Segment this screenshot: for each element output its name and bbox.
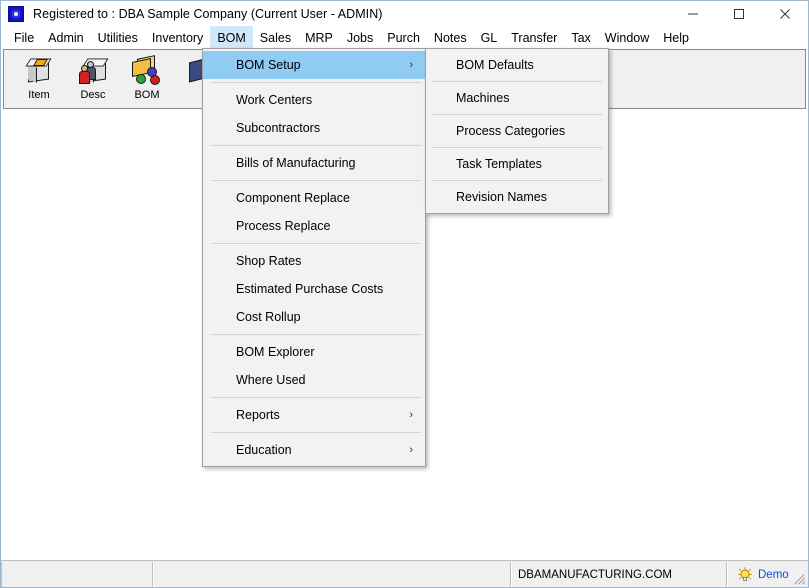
lightbulb-icon	[738, 567, 752, 582]
close-button[interactable]	[762, 1, 808, 26]
status-panel-left	[1, 562, 153, 587]
submenu-item-task-templates-label: Task Templates	[456, 157, 542, 171]
submenu-item-process-categories[interactable]: Process Categories	[426, 117, 608, 145]
menu-item-where-used-label: Where Used	[236, 373, 306, 387]
menu-item-work-centers-label: Work Centers	[236, 93, 313, 107]
menu-separator	[211, 397, 421, 398]
menu-separator	[211, 145, 421, 146]
menu-item-component-replace[interactable]: Component Replace	[203, 184, 425, 212]
window-title: Registered to : DBA Sample Company (Curr…	[33, 6, 383, 21]
minimize-icon	[688, 13, 698, 14]
submenu-item-bom-defaults-label: BOM Defaults	[456, 58, 534, 72]
menu-bar: File Admin Utilities Inventory BOM Sales…	[1, 26, 808, 49]
minimize-button[interactable]	[670, 1, 716, 26]
toolbar-button-bom[interactable]: BOM	[120, 54, 174, 106]
submenu-item-revision-names[interactable]: Revision Names	[426, 183, 608, 211]
close-icon	[780, 8, 790, 19]
menubar-item-inventory[interactable]: Inventory	[145, 26, 210, 49]
submenu-item-task-templates[interactable]: Task Templates	[426, 150, 608, 178]
menu-item-estimated-purchase-costs[interactable]: Estimated Purchase Costs	[203, 275, 425, 303]
menubar-item-bom[interactable]: BOM	[210, 26, 253, 49]
menu-item-component-replace-label: Component Replace	[236, 191, 350, 205]
toolbar-label-desc: Desc	[80, 89, 106, 101]
menu-item-bom-explorer[interactable]: BOM Explorer	[203, 338, 425, 366]
chevron-right-icon: ›	[409, 59, 413, 71]
menu-item-where-used[interactable]: Where Used	[203, 366, 425, 394]
menu-separator	[432, 81, 602, 82]
submenu-item-bom-defaults[interactable]: BOM Defaults	[426, 51, 608, 79]
menu-item-work-centers[interactable]: Work Centers	[203, 86, 425, 114]
demo-mode-label: Demo	[758, 568, 789, 581]
menu-item-subcontractors-label: Subcontractors	[236, 121, 321, 135]
menu-item-bom-setup[interactable]: BOM Setup ›	[203, 51, 425, 79]
menubar-item-gl[interactable]: GL	[474, 26, 505, 49]
menu-separator	[432, 147, 602, 148]
chevron-right-icon: ›	[409, 409, 413, 421]
submenu-item-revision-names-label: Revision Names	[456, 190, 548, 204]
bom-dropdown-menu: BOM Setup › Work Centers Subcontractors …	[202, 48, 426, 467]
menubar-item-sales[interactable]: Sales	[253, 26, 298, 49]
status-panel-website: DBAMANUFACTURING.COM	[511, 562, 727, 587]
bom-setup-submenu: BOM Defaults Machines Process Categories…	[425, 48, 609, 214]
resize-grip-icon[interactable]	[792, 571, 806, 585]
menu-separator	[432, 180, 602, 181]
application-window: Registered to : DBA Sample Company (Curr…	[0, 0, 809, 588]
menu-item-reports[interactable]: Reports ›	[203, 401, 425, 429]
status-panel-mode: Demo	[727, 562, 808, 587]
status-bar: DBAMANUFACTURING.COM Demo	[1, 560, 808, 587]
menu-separator	[211, 243, 421, 244]
menu-item-bills-of-manufacturing[interactable]: Bills of Manufacturing	[203, 149, 425, 177]
menubar-item-utilities[interactable]: Utilities	[91, 26, 145, 49]
menu-separator	[432, 114, 602, 115]
toolbar-button-desc[interactable]: Desc	[66, 54, 120, 106]
maximize-button[interactable]	[716, 1, 762, 26]
menubar-item-admin[interactable]: Admin	[41, 26, 90, 49]
title-bar: Registered to : DBA Sample Company (Curr…	[1, 1, 808, 26]
menu-item-reports-label: Reports	[236, 408, 280, 422]
customer-description-icon	[77, 56, 109, 88]
menu-separator	[211, 432, 421, 433]
menu-item-bom-setup-label: BOM Setup	[236, 58, 301, 72]
menubar-item-file[interactable]: File	[7, 26, 41, 49]
menu-item-shop-rates[interactable]: Shop Rates	[203, 247, 425, 275]
toolbar-label-bom: BOM	[134, 89, 160, 101]
menu-item-bills-of-manufacturing-label: Bills of Manufacturing	[236, 156, 356, 170]
menu-item-education[interactable]: Education ›	[203, 436, 425, 464]
status-panel-middle	[153, 562, 511, 587]
menu-separator	[211, 180, 421, 181]
menu-item-subcontractors[interactable]: Subcontractors	[203, 114, 425, 142]
menu-separator	[211, 82, 421, 83]
menu-item-process-replace-label: Process Replace	[236, 219, 331, 233]
menu-item-process-replace[interactable]: Process Replace	[203, 212, 425, 240]
toolbar-label-item: Item	[28, 89, 50, 101]
menubar-item-mrp[interactable]: MRP	[298, 26, 340, 49]
submenu-item-machines-label: Machines	[456, 91, 510, 105]
submenu-item-process-categories-label: Process Categories	[456, 124, 566, 138]
menu-item-cost-rollup[interactable]: Cost Rollup	[203, 303, 425, 331]
menubar-item-tax[interactable]: Tax	[564, 26, 597, 49]
menu-item-estimated-purchase-costs-label: Estimated Purchase Costs	[236, 282, 384, 296]
menu-item-bom-explorer-label: BOM Explorer	[236, 345, 315, 359]
menubar-item-notes[interactable]: Notes	[427, 26, 474, 49]
menubar-item-purch[interactable]: Purch	[380, 26, 427, 49]
app-logo-icon	[8, 5, 24, 22]
window-controls	[670, 1, 808, 26]
menubar-item-transfer[interactable]: Transfer	[504, 26, 564, 49]
submenu-item-machines[interactable]: Machines	[426, 84, 608, 112]
maximize-icon	[734, 8, 744, 19]
chevron-right-icon: ›	[409, 444, 413, 456]
menu-item-cost-rollup-label: Cost Rollup	[236, 310, 301, 324]
item-box-icon	[23, 56, 55, 88]
menu-item-shop-rates-label: Shop Rates	[236, 254, 302, 268]
menubar-item-help[interactable]: Help	[656, 26, 696, 49]
toolbar-button-item[interactable]: Item	[12, 54, 66, 106]
menubar-item-jobs[interactable]: Jobs	[340, 26, 380, 49]
menu-item-education-label: Education	[236, 443, 292, 457]
bom-folder-icon	[131, 55, 163, 88]
menu-separator	[211, 334, 421, 335]
menubar-item-window[interactable]: Window	[598, 26, 656, 49]
